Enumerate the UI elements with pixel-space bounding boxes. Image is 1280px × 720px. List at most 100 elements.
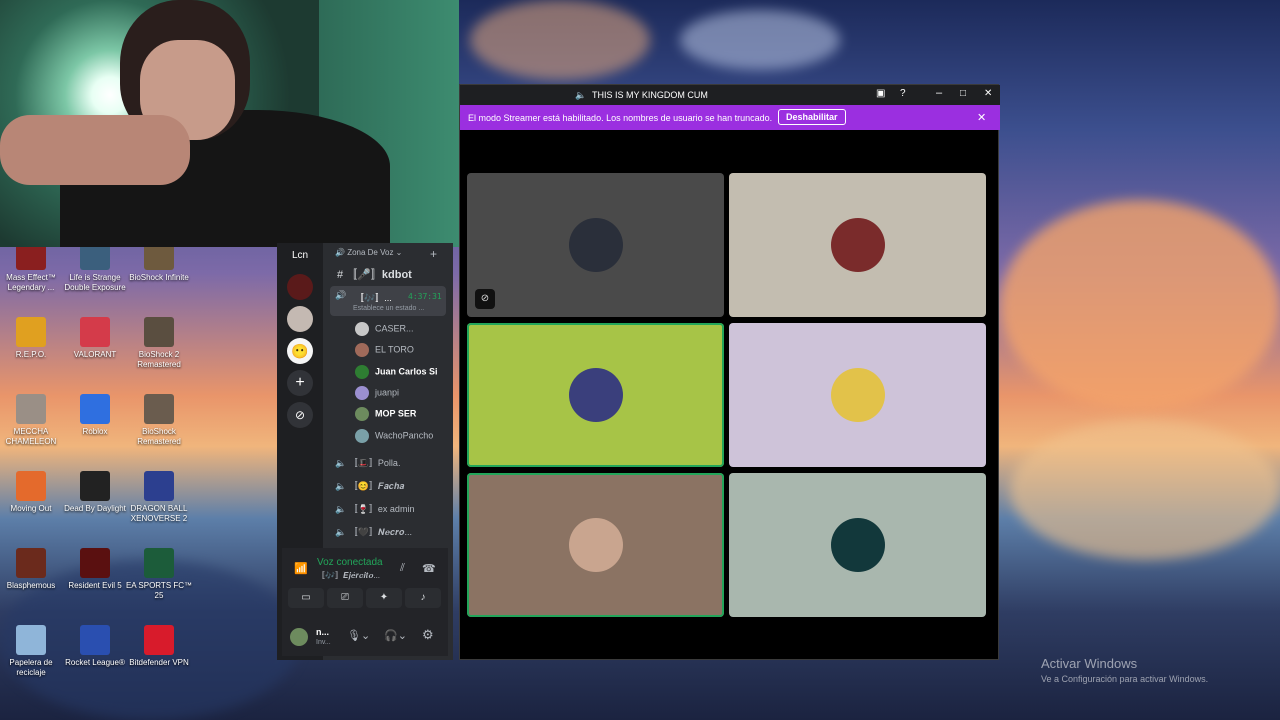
headphones-icon[interactable]: 🎧⌄: [384, 629, 407, 642]
webcam-overlay: [0, 0, 459, 247]
voice-channel[interactable]: 🔈 〚😊〛𝑭𝒂𝒄𝒉𝒂: [335, 479, 404, 492]
voice-connected-label[interactable]: Voz conectada: [317, 557, 383, 568]
app-icon: [80, 317, 110, 347]
avatar: [830, 218, 885, 272]
desktop-icon-label: R.E.P.O.: [15, 350, 47, 359]
app-icon: [144, 394, 174, 424]
desktop-icon[interactable]: Dead By Daylight: [61, 471, 129, 514]
speaker-icon: 🔈: [335, 481, 349, 491]
voice-member[interactable]: CASER...: [355, 322, 414, 336]
app-icon: [144, 471, 174, 501]
participant-tile[interactable]: ⊘: [467, 173, 724, 317]
activate-windows-watermark: Activar Windows Ve a Configuración para …: [1041, 656, 1208, 684]
video-off-icon: ⊘: [475, 289, 495, 309]
desktop-icon[interactable]: VALORANT: [61, 317, 129, 360]
microphone-icon[interactable]: 🎙⌄: [347, 629, 370, 642]
voice-channel[interactable]: 🔈 〚🎩〛Polla.: [335, 456, 400, 469]
voice-channel-name: 〚🍷〛ex admin: [348, 504, 415, 514]
add-channel-icon[interactable]: +: [430, 247, 437, 261]
avatar[interactable]: [290, 628, 308, 646]
active-voice-channel[interactable]: 🔊 〚🎶〛... 4:37:31 Establece un estado ...: [330, 286, 446, 316]
server-icon[interactable]: 😶: [287, 338, 313, 364]
avatar: [355, 343, 369, 358]
text-channel[interactable]: # 〚🎤〛kdbot: [337, 266, 412, 282]
voice-member[interactable]: Juan Carlos Si: [355, 364, 438, 379]
noise-suppression-icon[interactable]: ⫽: [400, 562, 405, 575]
desktop-icon[interactable]: Blasphemous: [0, 548, 65, 591]
server-icon[interactable]: [287, 306, 313, 332]
maximize-button[interactable]: □: [960, 88, 966, 99]
voice-channel[interactable]: 🔈 〚🖤〛𝑵𝒆𝒄𝒓𝒐...: [335, 525, 412, 538]
app-icon: [16, 394, 46, 424]
desktop-icon-label: Resident Evil 5: [68, 581, 122, 590]
close-banner-icon[interactable]: ✕: [977, 111, 986, 124]
voice-member[interactable]: juanpi: [355, 385, 399, 400]
desktop-icon[interactable]: Bitdefender VPN: [125, 625, 193, 668]
app-icon: [80, 394, 110, 424]
desktop-icon-label: MECCHA CHAMELEON: [5, 427, 57, 446]
desktop-icon[interactable]: Resident Evil 5: [61, 548, 129, 591]
desktop-icon[interactable]: Papelera de reciclaje: [0, 625, 65, 678]
avatar: [355, 407, 369, 422]
avatar: [355, 364, 369, 379]
user-status: Inv...: [316, 639, 331, 646]
desktop-icon[interactable]: Rocket League®: [61, 625, 129, 668]
activities-button[interactable]: ✦: [366, 588, 402, 608]
camera-off-button[interactable]: ▭: [288, 588, 324, 608]
desktop-icon-label: Blasphemous: [6, 581, 56, 590]
desktop-icon[interactable]: MECCHA CHAMELEON: [0, 394, 65, 447]
discover-icon[interactable]: ⊘: [287, 402, 313, 428]
voice-connected-channel[interactable]: 〚🎶〛𝑬𝒋𝒆́𝒓𝒄𝒊𝒕𝒐...: [317, 570, 380, 581]
avatar: [568, 518, 623, 572]
banner-text: El modo Streamer está habilitado. Los no…: [468, 113, 773, 123]
desktop-icon[interactable]: Roblox: [61, 394, 129, 437]
disconnect-icon[interactable]: ☎: [422, 562, 436, 575]
soundboard-button[interactable]: ♪: [405, 588, 441, 608]
inbox-icon[interactable]: ▣: [876, 88, 885, 99]
speaker-icon: 🔈: [335, 527, 349, 537]
member-name: Juan Carlos Si: [375, 365, 438, 376]
voice-zone-header[interactable]: 🔊 Zona De Voz ⌄: [335, 248, 402, 257]
desktop-icon[interactable]: Life is Strange Double Exposure: [61, 240, 129, 293]
desktop-icon[interactable]: Moving Out: [0, 471, 65, 514]
minimize-button[interactable]: –: [936, 87, 942, 99]
desktop-icon[interactable]: BioShock Remastered: [125, 394, 193, 447]
voice-member[interactable]: WachoPancho: [355, 428, 433, 443]
participant-tile[interactable]: [467, 473, 724, 617]
voice-channel-name: 〚🖤〛𝑵𝒆𝒄𝒓𝒐...: [348, 527, 412, 537]
help-icon[interactable]: ?: [900, 88, 906, 99]
desktop-icon[interactable]: BioShock 2 Remastered: [125, 317, 193, 370]
desktop-icon-label: Life is Strange Double Exposure: [64, 273, 126, 292]
member-name: CASER...: [375, 323, 414, 334]
avatar: [568, 218, 623, 272]
speaker-icon: 🔊: [335, 248, 348, 257]
voice-channel-name: 〚🎶〛...: [355, 293, 392, 303]
user-panel: n... Inv... 🎙⌄ 🎧⌄ ⚙: [282, 620, 448, 654]
desktop-icon[interactable]: R.E.P.O.: [0, 317, 65, 360]
voice-status: Establece un estado ...: [353, 305, 425, 312]
desktop-icon[interactable]: EA SPORTS FC™ 25: [125, 548, 193, 601]
desktop-icon[interactable]: Mass Effect™ Legendary ...: [0, 240, 65, 293]
settings-icon[interactable]: ⚙: [422, 627, 434, 643]
participant-tile[interactable]: [729, 173, 986, 317]
voice-member[interactable]: EL TORO: [355, 343, 414, 358]
desktop-icon[interactable]: DRAGON BALL XENOVERSE 2: [125, 471, 193, 524]
desktop-cloud: [1010, 420, 1280, 560]
voice-member[interactable]: MOP SER: [355, 407, 416, 422]
participant-tile[interactable]: [729, 473, 986, 617]
server-icon[interactable]: [287, 274, 313, 300]
close-button[interactable]: ✕: [984, 88, 992, 99]
desktop-icon-label: BioShock Remastered: [137, 427, 181, 446]
participant-tile[interactable]: [729, 323, 986, 467]
speaker-icon: 🔈: [575, 90, 587, 100]
app-icon: [144, 625, 174, 655]
screen-share-button[interactable]: ⎚: [327, 588, 363, 608]
app-icon: [16, 548, 46, 578]
window-title: THIS IS MY KINGDOM CUM: [592, 90, 708, 100]
participant-tile[interactable]: [467, 323, 724, 467]
disable-streamer-button[interactable]: Deshabilitar: [778, 109, 846, 125]
add-server-icon[interactable]: +: [287, 370, 313, 396]
desktop-icon-label: DRAGON BALL XENOVERSE 2: [130, 504, 188, 523]
voice-channel[interactable]: 🔈 〚🍷〛ex admin: [335, 502, 414, 515]
avatar: [355, 385, 369, 400]
